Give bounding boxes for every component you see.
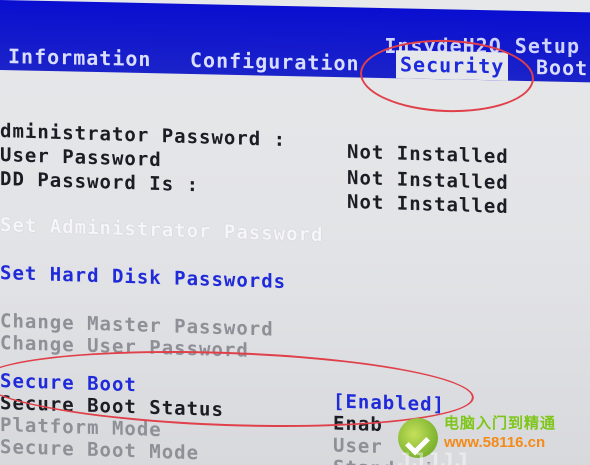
secure-boot-mode-label: Secure Boot Mode (0, 436, 200, 465)
set-hdd-passwords[interactable]: Set Hard Disk Passwords (0, 262, 286, 293)
watermark-title: 电脑入门到精通 (444, 414, 557, 432)
watermark-mark: JJJJJ (398, 448, 470, 465)
admin-password-value: Not Installed (347, 140, 509, 168)
set-admin-password[interactable]: Set Administrator Password (0, 214, 323, 246)
bios-screen: InsydeH2O Setup Information Configuratio… (0, 0, 590, 465)
hdd-password-value: Not Installed (347, 190, 509, 218)
user-password-label: User Password (0, 144, 162, 172)
tab-information[interactable]: Information (4, 42, 155, 73)
user-password-value: Not Installed (347, 166, 509, 194)
tab-boot[interactable]: Boot (532, 53, 590, 82)
security-page: dministrator Password : Not Installed Us… (0, 110, 590, 465)
tab-configuration[interactable]: Configuration (186, 46, 364, 78)
hdd-password-label: DD Password Is : (0, 168, 200, 197)
platform-mode-value: User (333, 434, 383, 459)
watermark: 电脑入门到精通 www.58116.cn JJJJJ (398, 408, 588, 465)
